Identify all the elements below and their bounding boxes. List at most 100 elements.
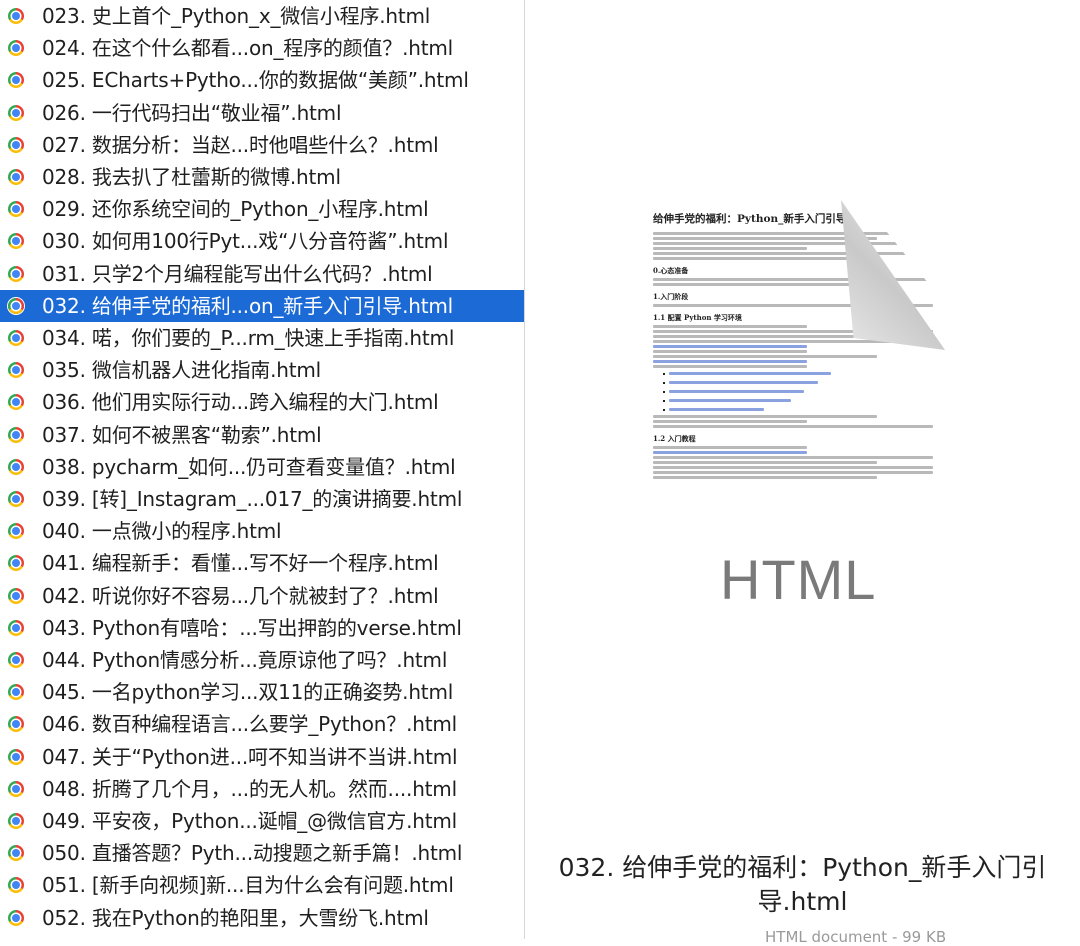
document-heading: 1.2 入门教程 — [653, 434, 696, 443]
file-name: 051. [新手向视频]新...目为什么会有问题.html — [42, 873, 454, 898]
file-row[interactable]: 040. 一点微小的程序.html — [0, 515, 524, 547]
chrome-icon — [8, 330, 24, 346]
text-line — [653, 456, 933, 459]
text-line — [653, 365, 807, 368]
link-line — [669, 399, 791, 402]
text-line — [653, 425, 933, 428]
file-name: 025. ECharts+Pytho...你的数据做“美颜”.html — [42, 68, 469, 93]
file-row[interactable]: 023. 史上首个_Python_x_微信小程序.html — [0, 0, 524, 32]
file-name: 049. 平安夜，Python...诞帽_@微信官方.html — [42, 809, 458, 833]
text-line — [653, 252, 933, 255]
chrome-icon — [8, 684, 24, 701]
file-row[interactable]: 047. 关于“Python进...呵不知当讲不当讲.html — [0, 741, 524, 773]
link-line — [669, 372, 831, 375]
chrome-icon — [8, 169, 24, 185]
file-row[interactable]: 030. 如何用100行Pyt...戏“八分音符酱”.html — [0, 225, 524, 257]
file-row[interactable]: 051. [新手向视频]新...目为什么会有问题.html — [0, 869, 524, 901]
file-name: 044. Python情感分析...竟原谅他了吗？.html — [42, 648, 448, 672]
link-line — [669, 381, 818, 384]
file-row[interactable]: 029. 还你系统空间的_Python_小程序.html — [0, 193, 524, 225]
chrome-icon — [8, 491, 24, 507]
file-name: 037. 如何不被黑客“勒索”.html — [42, 422, 322, 447]
file-name: 052. 我在Python的艳阳里，大雪纷飞.html — [42, 905, 429, 930]
preview-pane: 给伸手党的福利：Python_新手入门引导 0.心态准备 1.入门阶段 1.1 … — [525, 0, 1080, 946]
file-row[interactable]: 034. 喏，你们要的_P...rm_快速上手指南.html — [0, 322, 524, 354]
file-list: 023. 史上首个_Python_x_微信小程序.html 024. 在这个什么都… — [0, 0, 525, 939]
link-line — [669, 390, 804, 393]
file-name: 035. 微信机器人进化指南.html — [42, 358, 322, 383]
text-line — [653, 335, 877, 338]
link-line — [653, 360, 807, 363]
file-row[interactable]: 037. 如何不被黑客“勒索”.html — [0, 419, 524, 451]
chrome-icon — [8, 780, 24, 797]
file-row[interactable]: 050. 直播答题？Pyth...动搜题之新手篇！.html — [0, 837, 524, 869]
document-title: 给伸手党的福利：Python_新手入门引导 — [653, 213, 847, 225]
chrome-icon — [8, 845, 24, 862]
text-line — [653, 446, 807, 449]
file-name: 045. 一名python学习...双11的正确姿势.html — [42, 680, 454, 705]
text-line — [653, 355, 877, 358]
chrome-icon — [8, 40, 24, 57]
file-row[interactable]: 038. pycharm_如何...仍可查看变量值？.html — [0, 451, 524, 483]
link-line — [653, 451, 807, 454]
chrome-icon — [8, 748, 24, 765]
file-row[interactable]: 052. 我在Python的艳阳里，大雪纷飞.html — [0, 902, 524, 934]
text-line — [653, 461, 877, 464]
file-row[interactable]: 048. 折腾了几个月，...的无人机。然而....html — [0, 773, 524, 805]
file-row[interactable]: 035. 微信机器人进化指南.html — [0, 354, 524, 386]
chrome-icon — [8, 523, 24, 540]
file-row[interactable]: 027. 数据分析：当赵...时他唱些什么？.html — [0, 129, 524, 161]
file-row[interactable]: 042. 听说你好不容易...几个就被封了？.html — [0, 580, 524, 612]
document-page: 给伸手党的福利：Python_新手入门引导 0.心态准备 1.入门阶段 1.1 … — [645, 200, 945, 672]
file-name: 027. 数据分析：当赵...时他唱些什么？.html — [42, 132, 439, 157]
file-name: 043. Python有嘻哈：...写出押韵的verse.html — [42, 615, 462, 640]
file-row[interactable]: 031. 只学2个月编程能写出什么代码？.html — [0, 258, 524, 290]
text-line — [653, 325, 807, 328]
file-row[interactable]: 028. 我去扒了杜蕾斯的微博.html — [0, 161, 524, 193]
file-row[interactable]: 025. ECharts+Pytho...你的数据做“美颜”.html — [0, 64, 524, 96]
file-name: 040. 一点微小的程序.html — [42, 519, 282, 544]
chrome-icon — [8, 8, 24, 24]
preview-file-meta: HTML document - 99 KB — [765, 928, 947, 946]
file-name: 032. 给伸手党的福利...on_新手入门引导.html — [42, 293, 453, 318]
file-row[interactable]: 044. Python情感分析...竟原谅他了吗？.html — [0, 644, 524, 676]
document-thumbnail[interactable]: 给伸手党的福利：Python_新手入门引导 0.心态准备 1.入门阶段 1.1 … — [645, 200, 945, 672]
file-row[interactable]: 045. 一名python学习...双11的正确姿势.html — [0, 676, 524, 708]
chrome-icon — [8, 458, 24, 475]
chrome-icon — [8, 652, 24, 668]
file-row[interactable]: 046. 数百种编程语言...么要学_Python？.html — [0, 708, 524, 740]
file-name: 029. 还你系统空间的_Python_小程序.html — [42, 197, 429, 222]
file-name: 024. 在这个什么都看...on_程序的颜值？.html — [42, 36, 453, 61]
file-name: 046. 数百种编程语言...么要学_Python？.html — [42, 712, 458, 737]
file-row[interactable]: 024. 在这个什么都看...on_程序的颜值？.html — [0, 32, 524, 64]
text-line — [653, 232, 933, 235]
chrome-icon — [8, 619, 24, 636]
bullet-item — [663, 397, 933, 404]
preview-file-title: 032. 给伸手党的福利：Python_新手入门引导.html — [558, 853, 1047, 916]
file-name: 036. 他们用实际行动...跨入编程的大门.html — [42, 390, 439, 415]
file-row[interactable]: 036. 他们用实际行动...跨入编程的大门.html — [0, 386, 524, 418]
chrome-icon — [8, 716, 24, 733]
file-name: 042. 听说你好不容易...几个就被封了？.html — [42, 583, 439, 608]
link-line — [669, 408, 764, 411]
file-row[interactable]: 043. Python有嘻哈：...写出押韵的verse.html — [0, 612, 524, 644]
file-row[interactable]: 032. 给伸手党的福利...on_新手入门引导.html — [0, 289, 524, 322]
file-name: 041. 编程新手：看懂...写不好一个程序.html — [42, 551, 439, 576]
bullet-item — [663, 379, 933, 386]
file-name: 039. [转]_Instagram_...017_的演讲摘要.html — [42, 487, 463, 511]
file-row[interactable]: 041. 编程新手：看懂...写不好一个程序.html — [0, 547, 524, 579]
text-line — [653, 471, 933, 474]
bullet-item — [663, 370, 933, 377]
link-line — [653, 345, 807, 348]
file-row[interactable]: 039. [转]_Instagram_...017_的演讲摘要.html — [0, 483, 524, 515]
file-name: 048. 折腾了几个月，...的无人机。然而....html — [42, 776, 457, 801]
file-row[interactable]: 026. 一行代码扫出“敬业福”.html — [0, 97, 524, 129]
file-name: 050. 直播答题？Pyth...动搜题之新手篇！.html — [42, 841, 463, 866]
chrome-icon — [8, 136, 24, 153]
chrome-icon — [8, 233, 24, 250]
file-name: 026. 一行代码扫出“敬业福”.html — [42, 100, 342, 125]
chrome-icon — [8, 362, 24, 379]
file-row[interactable]: 049. 平安夜，Python...诞帽_@微信官方.html — [0, 805, 524, 837]
text-line — [653, 242, 933, 245]
chrome-icon — [8, 426, 24, 443]
